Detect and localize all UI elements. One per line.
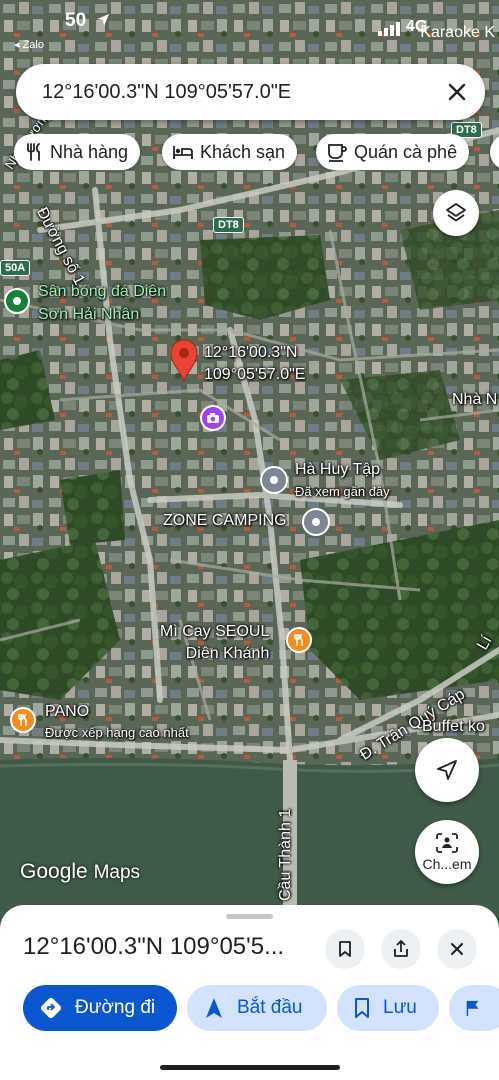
save-bookmark-button[interactable] xyxy=(325,929,365,969)
close-icon[interactable] xyxy=(443,78,471,106)
share-button[interactable] xyxy=(381,929,421,969)
status-time: 50 xyxy=(65,10,87,31)
place-name-line: Diên Khánh xyxy=(185,645,270,662)
bed-icon xyxy=(173,146,193,159)
road-label-cau-thanh-1: Cầu Thành 1 xyxy=(277,808,294,901)
road-shield-dt8: DT8 xyxy=(213,217,244,233)
pin-label-lng: 109°05'57.0"E xyxy=(204,366,306,383)
close-icon xyxy=(451,943,463,955)
start-label: Bắt đầu xyxy=(237,997,303,1018)
street-view-icon xyxy=(436,833,458,853)
street-view-label: Ch...em xyxy=(422,856,472,872)
place-label-buffet: Buffet ko xyxy=(422,718,485,735)
place-title: 12°16'00.3"N 109°05'5... xyxy=(23,933,285,960)
place-bottom-sheet[interactable]: 12°16'00.3"N 109°05'5... Đường đi Bắt đầ… xyxy=(0,905,499,1080)
recent-place-marker-icon[interactable] xyxy=(260,466,288,494)
place-label-nha-n: Nhà N xyxy=(452,391,498,408)
start-button[interactable]: Bắt đầu xyxy=(187,985,327,1031)
road-shield-50a: 50A xyxy=(0,260,31,276)
chip-label: Quán cà phê xyxy=(354,141,458,162)
place-label-mi-cay: Mì Cay SEOUL Diên Khánh xyxy=(160,621,269,665)
stadium-marker-icon[interactable] xyxy=(4,288,30,314)
map-label-karaoke: Karaoke K xyxy=(420,24,495,41)
google-maps-watermark: Google Maps xyxy=(20,860,140,884)
search-bar[interactable]: 12°16'00.3"N 109°05'57.0"E xyxy=(16,64,485,120)
place-label-zone-camping: ZONE CAMPING xyxy=(163,512,287,529)
place-sub-ha-huy-tap: Đã xem gần đây xyxy=(295,484,390,499)
restaurant-marker-icon[interactable] xyxy=(286,627,312,653)
directions-label: Đường đi xyxy=(75,997,156,1018)
label-flag-button[interactable] xyxy=(449,985,499,1031)
category-chips: Nhà hàng Khách sạn Quán cà phê xyxy=(14,134,499,170)
directions-icon xyxy=(40,997,62,1019)
chip-label: Khách sạn xyxy=(200,141,286,162)
coffee-icon xyxy=(328,144,347,162)
search-query[interactable]: 12°16'00.3"N 109°05'57.0"E xyxy=(42,81,291,104)
chip-more[interactable] xyxy=(490,134,499,170)
zone-marker-icon[interactable] xyxy=(302,508,330,536)
place-name-line: Mì Cay SEOUL xyxy=(160,623,270,640)
camera-place-icon[interactable] xyxy=(200,405,226,431)
navigation-arrow-icon xyxy=(437,760,457,780)
navigation-arrow-icon xyxy=(206,998,222,1018)
bookmark-icon xyxy=(339,941,351,957)
watermark-google: Google xyxy=(20,860,88,883)
dropped-pin-label: 12°16'00.3"N 109°05'57.0"E xyxy=(204,342,305,386)
chip-hotels[interactable]: Khách sạn xyxy=(162,134,298,170)
drag-handle[interactable] xyxy=(226,914,273,919)
layers-icon xyxy=(446,203,466,222)
save-label: Lưu xyxy=(383,997,417,1018)
street-view-button[interactable]: Ch...em xyxy=(415,820,479,884)
chip-cafes[interactable]: Quán cà phê xyxy=(316,134,470,170)
location-arrow-icon xyxy=(97,14,109,26)
flag-icon xyxy=(466,1000,479,1016)
place-label-san-bong: Sân bóng đá Diên Sơn Hải Nhân xyxy=(38,280,166,326)
bookmark-icon xyxy=(355,998,369,1018)
home-indicator xyxy=(160,1065,340,1070)
chip-restaurants[interactable]: Nhà hàng xyxy=(14,134,141,170)
place-label-pano: PANO xyxy=(45,703,90,720)
chip-label: Nhà hàng xyxy=(50,141,129,162)
fork-knife-icon xyxy=(27,143,40,161)
place-label-ha-huy-tap: Hà Huy Tập xyxy=(295,461,381,478)
pin-label-lat: 12°16'00.3"N xyxy=(204,344,298,361)
layers-button[interactable] xyxy=(433,190,479,236)
my-location-button[interactable] xyxy=(415,738,479,802)
restaurant-marker-icon[interactable] xyxy=(10,707,36,733)
share-icon xyxy=(394,940,408,957)
place-name-line: Sân bóng đá Diên xyxy=(38,283,167,300)
watermark-maps: Maps xyxy=(93,862,141,883)
cellular-signal-icon xyxy=(378,22,400,36)
close-sheet-button[interactable] xyxy=(437,929,477,969)
back-to-app-link[interactable]: ◂ Zalo xyxy=(14,38,44,51)
save-button[interactable]: Lưu xyxy=(337,985,439,1031)
status-bar: 50 ◂ Zalo 4G Karaoke K xyxy=(0,0,499,52)
place-name-line: Sơn Hải Nhân xyxy=(38,306,140,323)
directions-button[interactable]: Đường đi xyxy=(23,985,177,1031)
place-sub-pano: Được xếp hạng cao nhất xyxy=(45,725,189,740)
dropped-pin-icon[interactable] xyxy=(168,338,200,382)
